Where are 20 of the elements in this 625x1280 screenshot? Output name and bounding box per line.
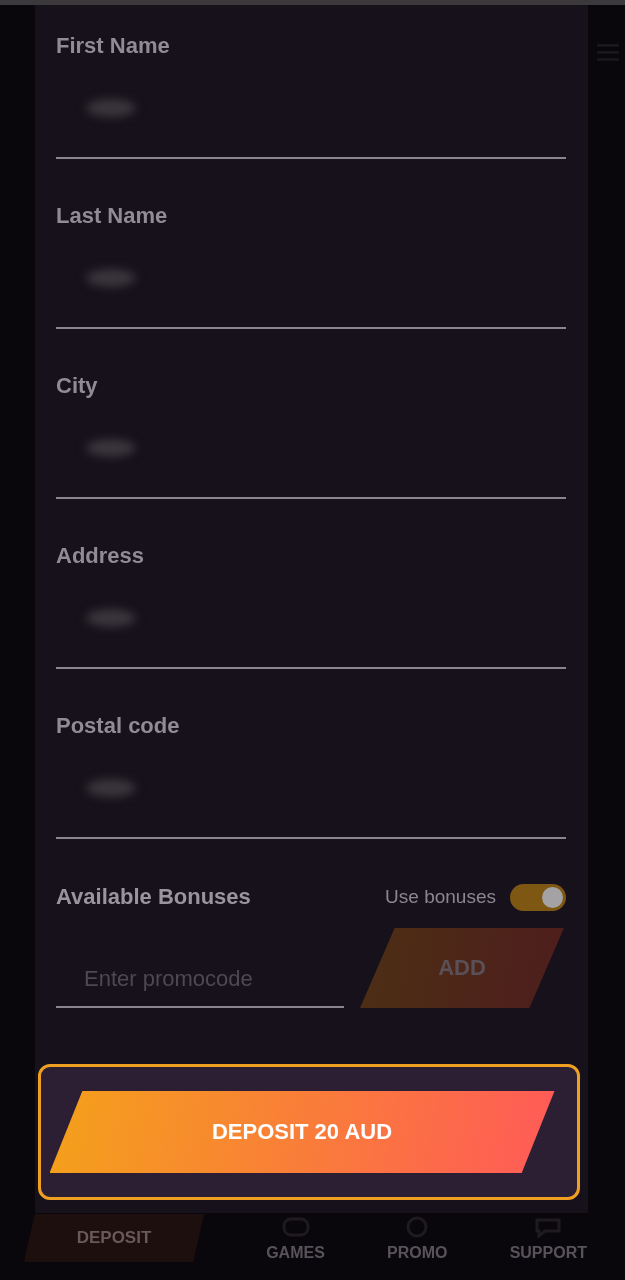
toggle-label: Use bonuses — [385, 886, 496, 908]
field-label: First Name — [56, 33, 171, 59]
blurred-value — [86, 779, 136, 797]
nav-label[interactable]: SUPPORT — [509, 1244, 587, 1262]
blurred-value — [86, 609, 136, 627]
field-label: City — [56, 373, 99, 399]
field-label: Postal code — [56, 713, 181, 739]
field-label: Last Name — [56, 203, 169, 229]
deposit-button[interactable]: DEPOSIT 20 AUD — [49, 1091, 555, 1173]
add-button[interactable]: ADD — [360, 928, 564, 1008]
blurred-value — [86, 439, 136, 457]
field-label: Address — [56, 543, 146, 569]
promocode-field[interactable]: Enter promocode — [56, 940, 344, 1008]
nav-label[interactable]: PROMO — [387, 1244, 448, 1262]
toggle-switch[interactable] — [510, 883, 566, 911]
blurred-value — [86, 99, 136, 117]
section-title: Available Bonuses — [56, 884, 252, 910]
deposit-nav-button[interactable]: DEPOSIT — [24, 1214, 204, 1262]
blurred-value — [86, 269, 136, 287]
nav-label[interactable]: GAMES — [266, 1244, 325, 1262]
